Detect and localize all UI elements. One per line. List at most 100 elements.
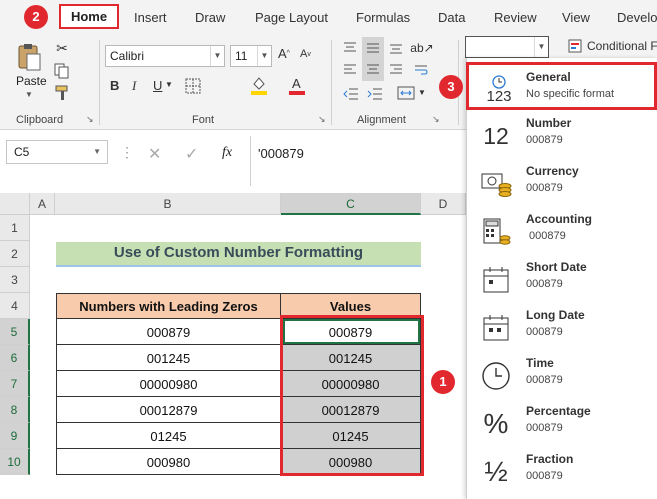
- tab-formulas[interactable]: Formulas: [356, 10, 410, 25]
- paste-icon[interactable]: [14, 42, 44, 72]
- cancel-icon[interactable]: ✕: [148, 144, 161, 164]
- percent-icon: %: [483, 408, 509, 439]
- format-painter-icon[interactable]: [54, 84, 72, 102]
- enter-check-icon[interactable]: ✓: [185, 144, 198, 164]
- font-size-value: 11: [235, 49, 248, 63]
- alignment-launcher-icon[interactable]: ↘: [432, 114, 440, 125]
- decrease-indent-icon[interactable]: [342, 86, 360, 102]
- svg-text:A: A: [292, 76, 301, 91]
- row-header-3[interactable]: 3: [0, 267, 30, 293]
- insert-function-button[interactable]: fx: [222, 145, 232, 161]
- copy-icon[interactable]: [53, 62, 71, 80]
- number-cell: 000980: [146, 455, 191, 470]
- align-top-icon[interactable]: [342, 40, 358, 56]
- merge-center-icon[interactable]: [396, 84, 416, 102]
- font-name-dropdown[interactable]: Calibri ▼: [105, 45, 225, 67]
- align-center-icon[interactable]: [362, 59, 384, 81]
- clipboard-launcher-icon[interactable]: ↘: [86, 114, 94, 125]
- header-values-label: Values: [329, 299, 372, 314]
- format-sample: 000879: [526, 278, 563, 290]
- font-launcher-icon[interactable]: ↘: [318, 114, 326, 125]
- increase-font-icon[interactable]: A ^: [278, 46, 290, 61]
- name-box-value: C5: [14, 145, 30, 159]
- font-color-icon[interactable]: A: [288, 75, 306, 95]
- italic-button[interactable]: I: [132, 78, 136, 94]
- format-option-currency[interactable]: Currency 000879: [466, 160, 657, 208]
- row-header-6[interactable]: 6: [0, 345, 30, 371]
- column-header-b[interactable]: B: [55, 193, 281, 215]
- format-sample: 000879: [526, 374, 563, 386]
- format-option-short-date[interactable]: Short Date 000879: [466, 256, 657, 304]
- align-middle-icon[interactable]: [362, 37, 384, 59]
- align-left-icon[interactable]: [342, 62, 358, 78]
- select-all-corner[interactable]: [0, 193, 30, 215]
- row-header-5[interactable]: 5: [0, 319, 30, 345]
- tab-view[interactable]: View: [562, 10, 590, 25]
- row-header-4[interactable]: 4: [0, 293, 30, 319]
- format-option-number[interactable]: 12 Number 000879: [466, 112, 657, 160]
- format-option-accounting[interactable]: Accounting 000879: [466, 208, 657, 256]
- cut-icon[interactable]: ✂: [54, 40, 70, 56]
- format-name: Long Date: [526, 308, 585, 322]
- tab-developer[interactable]: Develo: [617, 10, 657, 25]
- number-cell: 000879: [146, 325, 191, 340]
- conditional-formatting-button[interactable]: Conditional F: [587, 39, 657, 53]
- row-header-7[interactable]: 7: [0, 371, 30, 397]
- fraction-icon: ½: [484, 456, 508, 487]
- ribbon-divider: [331, 40, 332, 125]
- wrap-text-icon[interactable]: [413, 62, 429, 78]
- underline-button[interactable]: U: [153, 78, 162, 93]
- row-header-9[interactable]: 9: [0, 423, 30, 449]
- paste-dropdown-icon[interactable]: ▼: [25, 90, 33, 99]
- format-option-time[interactable]: Time 000879: [466, 352, 657, 400]
- chevron-down-icon: ▼: [534, 37, 548, 57]
- tab-page-layout[interactable]: Page Layout: [255, 10, 328, 25]
- step-badge-2: 2: [24, 5, 48, 29]
- formula-input[interactable]: '000879: [258, 146, 304, 161]
- align-right-icon[interactable]: [388, 62, 404, 78]
- font-size-dropdown[interactable]: 11 ▼: [230, 45, 272, 67]
- ribbon-divider: [99, 40, 100, 125]
- paste-button[interactable]: Paste: [16, 74, 47, 88]
- decrease-font-icon[interactable]: Av: [300, 48, 311, 60]
- column-header-a[interactable]: A: [30, 193, 55, 215]
- bold-button[interactable]: B: [110, 78, 119, 93]
- conditional-formatting-icon[interactable]: [568, 39, 582, 53]
- format-name: Currency: [526, 164, 579, 178]
- format-option-general[interactable]: 123 General No specific format: [466, 62, 657, 110]
- clock-123-icon: 123: [483, 73, 515, 105]
- format-option-fraction[interactable]: ½ Fraction 000879: [466, 448, 657, 496]
- row-header-1[interactable]: 1: [0, 215, 30, 241]
- tab-draw[interactable]: Draw: [195, 10, 225, 25]
- increase-indent-icon[interactable]: [366, 86, 384, 102]
- tab-data[interactable]: Data: [438, 10, 465, 25]
- column-header-c[interactable]: C: [281, 193, 421, 215]
- calculator-icon: [480, 216, 512, 248]
- row-header-2[interactable]: 2: [0, 241, 30, 267]
- format-option-long-date[interactable]: Long Date 000879: [466, 304, 657, 352]
- tab-home[interactable]: Home: [59, 4, 119, 29]
- tab-review[interactable]: Review: [494, 10, 537, 25]
- format-option-percentage[interactable]: % Percentage 000879: [466, 400, 657, 448]
- clock-icon: [480, 360, 512, 392]
- row-header-8[interactable]: 8: [0, 397, 30, 423]
- step-badge-1: 1: [431, 370, 455, 394]
- format-sample: 000879: [529, 230, 566, 242]
- chevron-down-icon[interactable]: ▼: [165, 80, 173, 89]
- row-header-10[interactable]: 10: [0, 449, 30, 475]
- number-format-dropdown[interactable]: ▼: [465, 36, 549, 58]
- align-bottom-icon[interactable]: [388, 40, 404, 56]
- formula-divider: [250, 136, 251, 186]
- chevron-down-icon[interactable]: ▼: [418, 88, 426, 97]
- format-sample: No specific format: [526, 88, 615, 100]
- active-cell-border: [283, 319, 420, 344]
- font-name-value: Calibri: [110, 49, 145, 63]
- format-sample: 000879: [526, 134, 563, 146]
- tab-insert[interactable]: Insert: [134, 10, 167, 25]
- clipboard-group-label: Clipboard: [16, 114, 64, 126]
- orientation-icon[interactable]: ab↗: [410, 40, 433, 56]
- name-box[interactable]: C5 ▼: [6, 140, 108, 164]
- fill-color-icon[interactable]: [250, 75, 268, 95]
- column-header-d[interactable]: D: [421, 193, 466, 215]
- borders-icon[interactable]: [184, 77, 202, 95]
